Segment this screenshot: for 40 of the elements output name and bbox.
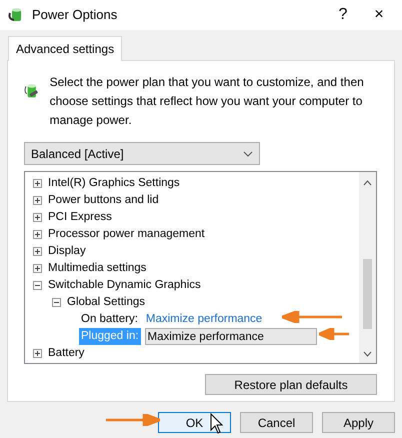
expand-icon[interactable] (33, 264, 42, 273)
tree-item[interactable]: Switchable Dynamic Graphics (48, 276, 201, 294)
scroll-up-icon[interactable] (363, 180, 372, 186)
window-title: Power Options (32, 6, 118, 24)
expand-icon[interactable] (33, 230, 42, 239)
close-button[interactable]: × (364, 3, 394, 27)
restore-defaults-button[interactable]: Restore plan defaults (205, 374, 377, 395)
scroll-down-icon[interactable] (363, 351, 372, 357)
chevron-icon (243, 150, 253, 156)
dialog-button[interactable]: Cancel (240, 412, 313, 433)
tree-item[interactable]: Global Settings (67, 294, 145, 312)
scrollbar[interactable] (359, 172, 376, 363)
tree-item[interactable]: Processor power management (48, 226, 205, 244)
arrow-annotation (106, 414, 160, 426)
intro-text: Select the power plan that you want to customize, and then choose settings that reflect how you want your computer to manage power. (50, 74, 365, 129)
expand-icon[interactable] (33, 179, 42, 188)
expand-icon[interactable] (33, 196, 42, 205)
arrow-annotation (319, 328, 349, 340)
dialog-button[interactable]: Apply (322, 412, 395, 433)
setting-label[interactable]: On battery: (79, 310, 140, 328)
expand-icon[interactable] (33, 213, 42, 222)
tree-item[interactable]: Multimedia settings (48, 260, 146, 278)
tree-item[interactable]: Intel(R) Graphics Settings (48, 174, 180, 192)
plan-dropdown[interactable]: Balanced [Active] (24, 142, 260, 165)
expand-icon[interactable] (33, 349, 42, 358)
setting-value[interactable]: Maximize performance (144, 310, 264, 328)
tab[interactable]: Advanced settings (8, 36, 122, 61)
scroll-thumb[interactable] (363, 259, 372, 329)
dialog-button[interactable]: OK (158, 412, 231, 433)
tree-item[interactable]: Battery (48, 344, 84, 362)
cursor-icon (210, 413, 224, 435)
arrow-annotation (282, 311, 342, 323)
tree-item[interactable]: PCI Express (48, 208, 112, 226)
setting-dropdown[interactable]: Maximize performance (144, 328, 317, 345)
tree-item[interactable]: Display (48, 242, 86, 260)
help-button[interactable]: ? (328, 3, 358, 27)
collapse-icon[interactable] (33, 281, 42, 290)
expand-icon[interactable] (33, 247, 42, 256)
tree-item[interactable]: Power buttons and lid (48, 192, 159, 210)
collapse-icon[interactable] (52, 298, 61, 307)
